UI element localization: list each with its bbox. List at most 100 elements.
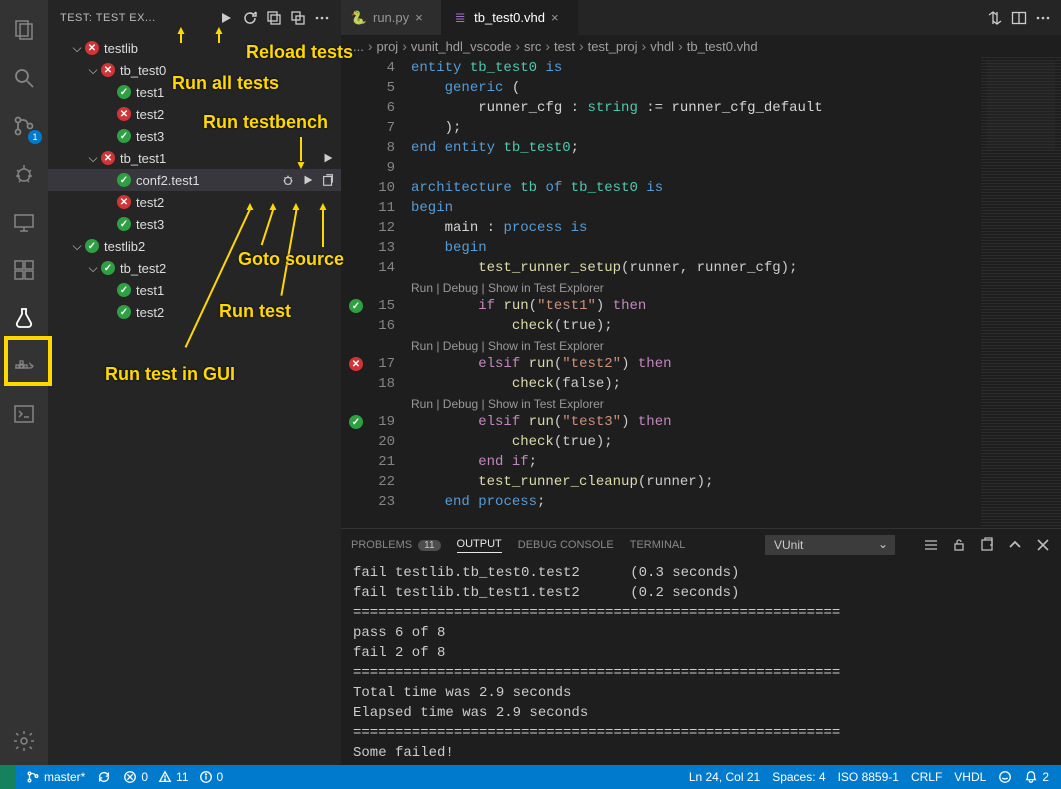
panel-lock-icon[interactable] [951, 537, 967, 553]
split-icon[interactable] [1011, 10, 1027, 26]
goto-source-icon[interactable] [321, 173, 335, 187]
tab-run.py[interactable]: 🐍run.py× [341, 0, 442, 35]
tree-row[interactable]: ✕test2 [48, 103, 341, 125]
code-line[interactable]: 8end entity tb_test0; [371, 138, 1061, 158]
breadcrumb-item[interactable]: vunit_hdl_vscode [411, 39, 511, 54]
run-testbench-icon[interactable] [321, 151, 335, 165]
sb-eol[interactable]: CRLF [905, 765, 948, 789]
code-line[interactable]: 22 test_runner_cleanup(runner); [371, 472, 1061, 492]
ab-explorer-icon[interactable] [0, 6, 48, 54]
compare-icon[interactable] [987, 10, 1003, 26]
ab-extensions-icon[interactable] [0, 246, 48, 294]
sb-encoding[interactable]: ISO 8859-1 [832, 765, 905, 789]
tree-row[interactable]: ✓test1 [48, 279, 341, 301]
sb-feedback-icon[interactable] [992, 765, 1018, 789]
ab-scm-icon[interactable]: 1 [0, 102, 48, 150]
breadcrumb-item[interactable]: src [524, 39, 541, 54]
minimap[interactable] [981, 57, 1061, 528]
debug-test-icon[interactable] [281, 173, 295, 187]
tree-label: testlib2 [104, 239, 145, 254]
code-line[interactable]: 20 check(true); [371, 432, 1061, 452]
expand-icon[interactable] [287, 7, 309, 29]
breadcrumb-item[interactable]: test [554, 39, 575, 54]
code-line[interactable]: 12 main : process is [371, 218, 1061, 238]
code-line[interactable]: 4entity tb_test0 is [371, 58, 1061, 78]
editor-tabs: 🐍run.py×≣tb_test0.vhd× [341, 0, 1061, 35]
code-line[interactable]: 13 begin [371, 238, 1061, 258]
ab-console-icon[interactable] [0, 390, 48, 438]
tree-row[interactable]: ✓test3 [48, 125, 341, 147]
ab-remote-icon[interactable] [0, 198, 48, 246]
reload-icon[interactable] [239, 7, 261, 29]
panel-openlog-icon[interactable] [979, 537, 995, 553]
code-line[interactable]: 18 check(false); [371, 374, 1061, 394]
run-test-icon[interactable] [301, 173, 315, 187]
code-line[interactable]: 10architecture tb of tb_test0 is [371, 178, 1061, 198]
code-line[interactable]: 14 test_runner_setup(runner, runner_cfg)… [371, 258, 1061, 278]
tree-row[interactable]: ✓test3 [48, 213, 341, 235]
panel-maximize-icon[interactable] [1007, 537, 1023, 553]
code-line[interactable]: 7 ); [371, 118, 1061, 138]
close-icon[interactable]: × [551, 10, 567, 25]
panel-close-icon[interactable] [1035, 537, 1051, 553]
breadcrumb[interactable]: ...›proj›vunit_hdl_vscode›src›test›test_… [341, 35, 1061, 57]
tab-more-icon[interactable] [1035, 10, 1051, 26]
breadcrumb-item[interactable]: ... [353, 39, 364, 54]
sb-remote-icon[interactable] [0, 765, 16, 789]
code-line[interactable]: 5 generic ( [371, 78, 1061, 98]
code-line[interactable]: 11begin [371, 198, 1061, 218]
chevron-icon: ⌵ [86, 261, 100, 276]
ab-search-icon[interactable] [0, 54, 48, 102]
sb-branch[interactable]: master* [20, 765, 91, 789]
tree-row[interactable]: ✓test1 [48, 81, 341, 103]
sb-lncol[interactable]: Ln 24, Col 21 [683, 765, 766, 789]
breadcrumb-item[interactable]: vhdl [650, 39, 674, 54]
output-channel-select[interactable]: VUnit [765, 535, 895, 555]
tree-row[interactable]: ⌵✓tb_test2 [48, 257, 341, 279]
sb-problems[interactable]: 0 11 0 [117, 765, 229, 789]
ab-testing-icon[interactable] [0, 294, 48, 342]
tree-row[interactable]: ⌵✕tb_test1 [48, 147, 341, 169]
breadcrumb-item[interactable]: tb_test0.vhd [687, 39, 758, 54]
panel-clear-icon[interactable] [923, 537, 939, 553]
run-all-icon[interactable] [215, 7, 237, 29]
code-line[interactable]: 23 end process; [371, 492, 1061, 512]
panel-tab-terminal[interactable]: TERMINAL [630, 539, 686, 551]
panel-tab-output[interactable]: OUTPUT [457, 538, 502, 553]
code-line[interactable]: 15 if run("test1") then [371, 296, 1061, 316]
tree-row[interactable]: ✓conf2.test1 [48, 169, 341, 191]
code-line[interactable]: 9 [371, 158, 1061, 178]
collapse-icon[interactable] [263, 7, 285, 29]
close-icon[interactable]: × [415, 10, 431, 25]
sb-lang[interactable]: VHDL [948, 765, 992, 789]
code-line[interactable]: 16 check(true); [371, 316, 1061, 336]
tree-row[interactable]: ⌵✕testlib [48, 37, 341, 59]
sb-notifications[interactable]: 2 [1018, 765, 1055, 789]
test-tree[interactable]: ⌵✕testlib⌵✕tb_test0✓test1✕test2✓test3⌵✕t… [48, 35, 341, 765]
panel-tab-debug[interactable]: DEBUG CONSOLE [518, 539, 614, 551]
tree-row[interactable]: ✕test2 [48, 191, 341, 213]
panel-tab-problems[interactable]: PROBLEMS 11 [351, 539, 441, 551]
code-editor[interactable]: ✓✕✓ 4entity tb_test0 is5 generic (6 runn… [341, 57, 1061, 528]
tree-row[interactable]: ✓test2 [48, 301, 341, 323]
code-line[interactable]: 17 elsif run("test2") then [371, 354, 1061, 374]
codelens[interactable]: Run | Debug | Show in Test Explorer [371, 336, 1061, 354]
sb-spaces[interactable]: Spaces: 4 [766, 765, 831, 789]
code-line[interactable]: 6 runner_cfg : string := runner_cfg_defa… [371, 98, 1061, 118]
code-line[interactable]: 19 elsif run("test3") then [371, 412, 1061, 432]
output-body[interactable]: fail testlib.tb_test0.test2 (0.3 seconds… [341, 561, 1061, 765]
ab-docker-icon[interactable] [0, 342, 48, 390]
breadcrumb-item[interactable]: test_proj [588, 39, 638, 54]
code-line[interactable]: 21 end if; [371, 452, 1061, 472]
tab-tb_test0.vhd[interactable]: ≣tb_test0.vhd× [442, 0, 578, 35]
tree-row[interactable]: ⌵✕tb_test0 [48, 59, 341, 81]
breadcrumb-item[interactable]: proj [377, 39, 399, 54]
codelens[interactable]: Run | Debug | Show in Test Explorer [371, 278, 1061, 296]
codelens[interactable]: Run | Debug | Show in Test Explorer [371, 394, 1061, 412]
tree-label: conf2.test1 [136, 173, 200, 188]
ab-debug-icon[interactable] [0, 150, 48, 198]
more-icon[interactable] [311, 7, 333, 29]
tree-row[interactable]: ⌵✓testlib2 [48, 235, 341, 257]
sb-sync-icon[interactable] [91, 765, 117, 789]
ab-settings-icon[interactable] [0, 717, 48, 765]
